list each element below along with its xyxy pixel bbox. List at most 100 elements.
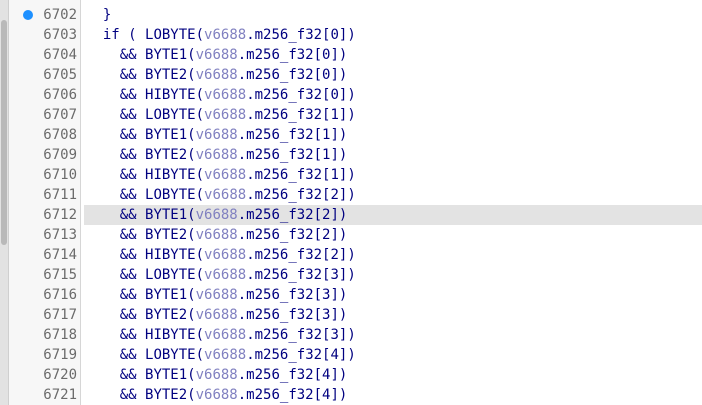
line-number: 6721 [43, 387, 77, 403]
variable-name[interactable]: v6688 [196, 387, 238, 403]
code-line[interactable]: 6721 && BYTE2(v6688.m256_f32[4]) [0, 385, 702, 405]
line-number: 6719 [43, 347, 77, 363]
code-text[interactable]: if ( LOBYTE(v6688.m256_f32[0]) [84, 25, 702, 45]
code-line[interactable]: 6711 && LOBYTE(v6688.m256_f32[2]) [0, 185, 702, 205]
variable-name[interactable]: v6688 [196, 287, 238, 303]
variable-name[interactable]: v6688 [204, 347, 246, 363]
member-access: .m256_f32[1]) [246, 107, 356, 123]
code-text[interactable]: && LOBYTE(v6688.m256_f32[2]) [84, 185, 702, 205]
code-line[interactable]: 6719 && LOBYTE(v6688.m256_f32[4]) [0, 345, 702, 365]
function-name: BYTE2( [145, 67, 196, 83]
variable-name[interactable]: v6688 [196, 227, 238, 243]
code-text[interactable]: && BYTE2(v6688.m256_f32[2]) [84, 225, 702, 245]
line-number: 6706 [43, 87, 77, 103]
function-name: BYTE1( [145, 47, 196, 63]
code-line[interactable]: 6717 && BYTE2(v6688.m256_f32[3]) [0, 305, 702, 325]
function-name: BYTE2( [145, 307, 196, 323]
variable-name[interactable]: v6688 [196, 367, 238, 383]
code-text[interactable]: && LOBYTE(v6688.m256_f32[3]) [84, 265, 702, 285]
code-text[interactable]: } [84, 5, 702, 25]
function-name: BYTE1( [145, 287, 196, 303]
variable-name[interactable]: v6688 [196, 147, 238, 163]
code-line[interactable]: 6718 && HIBYTE(v6688.m256_f32[3]) [0, 325, 702, 345]
function-name: HIBYTE( [145, 167, 205, 183]
pseudocode-editor[interactable]: 6702 } 6703 if ( LOBYTE(v6688.m256_f32[0]… [0, 0, 702, 405]
member-access: .m256_f32[0]) [246, 87, 356, 103]
operator-text: && [86, 107, 146, 123]
function-name: LOBYTE( [145, 187, 205, 203]
code-text[interactable]: && BYTE2(v6688.m256_f32[4]) [84, 385, 702, 405]
line-number: 6710 [43, 167, 77, 183]
code-text[interactable]: && BYTE1(v6688.m256_f32[2]) [84, 205, 702, 225]
member-access: .m256_f32[1]) [237, 147, 348, 163]
code-line[interactable]: 6705 && BYTE2(v6688.m256_f32[0]) [0, 65, 702, 85]
code-line[interactable]: 6709 && BYTE2(v6688.m256_f32[1]) [0, 145, 702, 165]
operator-text: && [86, 247, 146, 263]
operator-text: && [86, 327, 146, 343]
operator-text: && [86, 127, 146, 143]
member-access: .m256_f32[2]) [246, 247, 356, 263]
operator-text: if ( [86, 27, 146, 43]
line-number: 6705 [43, 67, 77, 83]
code-lines: 6702 } 6703 if ( LOBYTE(v6688.m256_f32[0]… [0, 5, 702, 405]
member-access: .m256_f32[1]) [237, 127, 348, 143]
variable-name[interactable]: v6688 [204, 107, 246, 123]
code-line[interactable]: 6706 && HIBYTE(v6688.m256_f32[0]) [0, 85, 702, 105]
code-line[interactable]: 6703 if ( LOBYTE(v6688.m256_f32[0]) [0, 25, 702, 45]
code-text[interactable]: && BYTE1(v6688.m256_f32[1]) [84, 125, 702, 145]
member-access: .m256_f32[0]) [237, 47, 348, 63]
code-text[interactable]: && HIBYTE(v6688.m256_f32[1]) [84, 165, 702, 185]
code-line[interactable]: 6715 && LOBYTE(v6688.m256_f32[3]) [0, 265, 702, 285]
code-line[interactable]: 6710 && HIBYTE(v6688.m256_f32[1]) [0, 165, 702, 185]
function-name: BYTE1( [145, 367, 196, 383]
variable-name[interactable]: v6688 [196, 207, 238, 223]
variable-name[interactable]: v6688 [204, 327, 246, 343]
code-text[interactable]: && HIBYTE(v6688.m256_f32[2]) [84, 245, 702, 265]
operator-text: && [86, 267, 146, 283]
code-line[interactable]: 6712 && BYTE1(v6688.m256_f32[2]) [0, 205, 702, 225]
code-line[interactable]: 6704 && BYTE1(v6688.m256_f32[0]) [0, 45, 702, 65]
function-name: BYTE1( [145, 207, 196, 223]
member-access: .m256_f32[0]) [246, 27, 356, 43]
line-number: 6716 [43, 287, 77, 303]
function-name: LOBYTE( [145, 27, 205, 43]
variable-name[interactable]: v6688 [204, 87, 246, 103]
code-line[interactable]: 6716 && BYTE1(v6688.m256_f32[3]) [0, 285, 702, 305]
code-line[interactable]: 6708 && BYTE1(v6688.m256_f32[1]) [0, 125, 702, 145]
code-text[interactable]: && HIBYTE(v6688.m256_f32[3]) [84, 325, 702, 345]
operator-text: && [86, 87, 146, 103]
function-name: HIBYTE( [145, 327, 205, 343]
line-number: 6703 [43, 27, 77, 43]
code-text[interactable]: && BYTE2(v6688.m256_f32[1]) [84, 145, 702, 165]
function-name: LOBYTE( [145, 267, 205, 283]
code-text[interactable]: && LOBYTE(v6688.m256_f32[4]) [84, 345, 702, 365]
variable-name[interactable]: v6688 [196, 127, 238, 143]
code-line[interactable]: 6714 && HIBYTE(v6688.m256_f32[2]) [0, 245, 702, 265]
function-name: BYTE2( [145, 227, 196, 243]
variable-name[interactable]: v6688 [196, 307, 238, 323]
variable-name[interactable]: v6688 [204, 267, 246, 283]
variable-name[interactable]: v6688 [196, 47, 238, 63]
operator-text: && [86, 147, 146, 163]
code-line[interactable]: 6702 } [0, 5, 702, 25]
function-name: LOBYTE( [145, 347, 205, 363]
code-line[interactable]: 6707 && LOBYTE(v6688.m256_f32[1]) [0, 105, 702, 125]
variable-name[interactable]: v6688 [204, 247, 246, 263]
code-text[interactable]: && BYTE1(v6688.m256_f32[3]) [84, 285, 702, 305]
member-access: .m256_f32[3]) [246, 327, 356, 343]
code-text[interactable]: && BYTE2(v6688.m256_f32[0]) [84, 65, 702, 85]
code-line[interactable]: 6713 && BYTE2(v6688.m256_f32[2]) [0, 225, 702, 245]
code-line[interactable]: 6720 && BYTE1(v6688.m256_f32[4]) [0, 365, 702, 385]
variable-name[interactable]: v6688 [204, 167, 246, 183]
variable-name[interactable]: v6688 [204, 187, 246, 203]
operator-text: && [86, 67, 146, 83]
function-name: BYTE2( [145, 147, 196, 163]
code-text[interactable]: && BYTE2(v6688.m256_f32[3]) [84, 305, 702, 325]
code-text[interactable]: && BYTE1(v6688.m256_f32[4]) [84, 365, 702, 385]
code-text[interactable]: && BYTE1(v6688.m256_f32[0]) [84, 45, 702, 65]
variable-name[interactable]: v6688 [196, 67, 238, 83]
code-text[interactable]: && LOBYTE(v6688.m256_f32[1]) [84, 105, 702, 125]
operator-text: && [86, 307, 146, 323]
code-text[interactable]: && HIBYTE(v6688.m256_f32[0]) [84, 85, 702, 105]
variable-name[interactable]: v6688 [204, 27, 246, 43]
